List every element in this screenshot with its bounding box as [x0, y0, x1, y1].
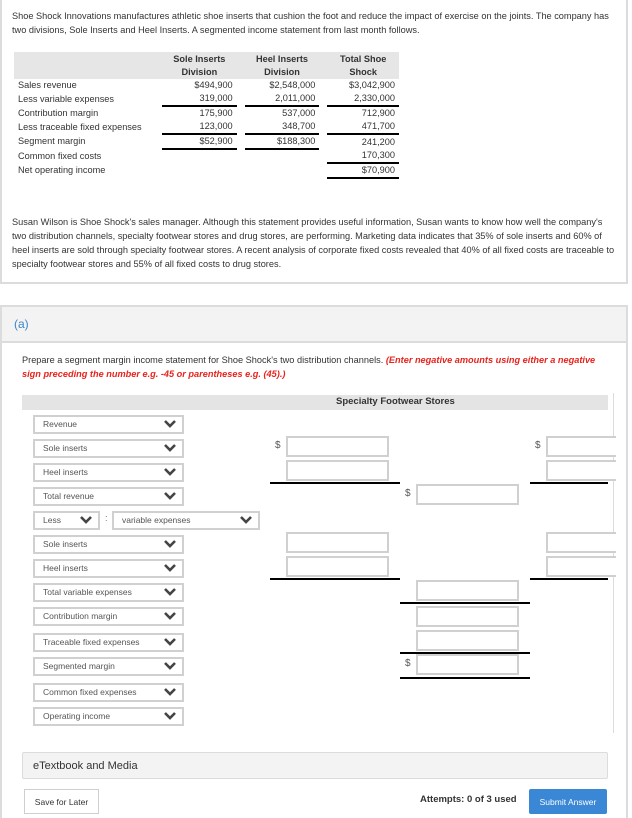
table-row: Sales revenue $494,900 $2,548,000 $3,042… — [18, 80, 395, 90]
answer-grid-header: Specialty Footwear Stores — [22, 395, 608, 410]
input-specialty-traceable-fixed[interactable] — [416, 630, 519, 651]
select-heel-inserts-revenue[interactable]: Heel inserts — [33, 463, 184, 482]
select-variable-expenses[interactable]: variable expenses — [112, 511, 260, 530]
input-drug-sole-revenue[interactable] — [546, 436, 616, 457]
chevron-down-icon — [164, 492, 176, 500]
segmented-income-statement: Sole Inserts Division Heel Inserts Divisio… — [14, 52, 399, 179]
subtotal-rule — [400, 602, 530, 604]
colon-separator: : — [105, 513, 108, 523]
table-row: Less variable expenses 319,000 2,011,000… — [14, 92, 399, 107]
select-operating-income[interactable]: Operating income — [33, 707, 184, 726]
select-heel-inserts-variable[interactable]: Heel inserts — [33, 559, 184, 578]
input-specialty-total-revenue[interactable] — [416, 484, 519, 505]
chevron-down-icon — [164, 662, 176, 670]
chevron-down-icon — [164, 444, 176, 452]
table-header-row: Sole Inserts Division Heel Inserts Divisio… — [14, 52, 399, 79]
instructions: Prepare a segment margin income statemen… — [22, 355, 596, 379]
table-row: Common fixed costs 170,300 — [14, 149, 399, 164]
problem-statement: Susan Wilson is Shoe Shock's sales manag… — [12, 217, 615, 269]
subtotal-rule — [530, 482, 608, 484]
etextbook-media-bar[interactable]: eTextbook and Media — [22, 752, 608, 779]
select-total-variable-expenses[interactable]: Total variable expenses — [33, 583, 184, 602]
problem-intro: Shoe Shock Innovations manufactures athl… — [12, 11, 609, 35]
input-specialty-sole-variable[interactable] — [286, 532, 389, 553]
select-total-revenue[interactable]: Total revenue — [33, 487, 184, 506]
save-for-later-button[interactable]: Save for Later — [24, 789, 99, 814]
input-drug-heel-revenue[interactable] — [546, 460, 616, 481]
select-traceable-fixed-expenses[interactable]: Traceable fixed expenses — [33, 633, 184, 652]
chevron-down-icon — [164, 420, 176, 428]
problem-panel: Shoe Shock Innovations manufactures athl… — [0, 0, 628, 284]
select-sole-inserts-variable[interactable]: Sole inserts — [33, 535, 184, 554]
select-less[interactable]: Less — [33, 511, 100, 530]
input-drug-sole-variable[interactable] — [546, 532, 616, 553]
submit-answer-button[interactable]: Submit Answer — [529, 789, 607, 814]
input-specialty-contribution-margin[interactable] — [416, 606, 519, 627]
dollar-sign: $ — [405, 658, 411, 669]
input-specialty-sole-revenue[interactable] — [286, 436, 389, 457]
input-specialty-heel-revenue[interactable] — [286, 460, 389, 481]
chevron-down-icon — [164, 638, 176, 646]
chevron-down-icon — [80, 516, 92, 524]
select-sole-inserts-revenue[interactable]: Sole inserts — [33, 439, 184, 458]
header-total: Total Shoe Shock — [327, 52, 399, 79]
chevron-down-icon — [164, 688, 176, 696]
header-sole-inserts: Sole Inserts Division — [162, 52, 237, 79]
chevron-down-icon — [164, 564, 176, 572]
subtotal-rule — [270, 578, 400, 580]
subtotal-rule — [270, 482, 400, 484]
total-rule — [400, 677, 530, 679]
chevron-down-icon — [240, 516, 252, 524]
input-specialty-segmented-margin[interactable] — [416, 654, 519, 675]
chevron-down-icon — [164, 468, 176, 476]
input-drug-heel-variable[interactable] — [546, 556, 616, 577]
select-common-fixed-expenses[interactable]: Common fixed expenses — [33, 683, 184, 702]
table-row: Segment margin $52,900 $188,300 241,200 — [14, 134, 399, 150]
attempts-counter: Attempts: 0 of 3 used — [420, 794, 517, 805]
dollar-sign: $ — [275, 440, 281, 451]
table-row: Contribution margin 175,900 537,000 712,… — [18, 107, 395, 119]
input-specialty-total-variable[interactable] — [416, 580, 519, 601]
column-title-specialty-footwear: Specialty Footwear Stores — [336, 396, 455, 407]
part-a-body: Prepare a segment margin income statemen… — [0, 343, 628, 818]
select-contribution-margin[interactable]: Contribution margin — [33, 607, 184, 626]
chevron-down-icon — [164, 540, 176, 548]
dollar-sign: $ — [405, 488, 411, 499]
chevron-down-icon — [164, 712, 176, 720]
table-row: Net operating income $70,900 — [14, 163, 399, 179]
subtotal-rule — [530, 578, 608, 580]
header-heel-inserts: Heel Inserts Division — [244, 52, 320, 79]
part-label: (a) — [14, 317, 29, 331]
input-specialty-heel-variable[interactable] — [286, 556, 389, 577]
header-blank — [14, 52, 162, 79]
chevron-down-icon — [164, 588, 176, 596]
select-segmented-margin[interactable]: Segmented margin — [33, 657, 184, 676]
part-a-header: (a) — [0, 305, 628, 343]
dollar-sign: $ — [535, 440, 541, 451]
select-revenue[interactable]: Revenue — [33, 415, 184, 434]
table-row: Less traceable fixed expenses 123,000 34… — [14, 120, 399, 135]
chevron-down-icon — [164, 612, 176, 620]
